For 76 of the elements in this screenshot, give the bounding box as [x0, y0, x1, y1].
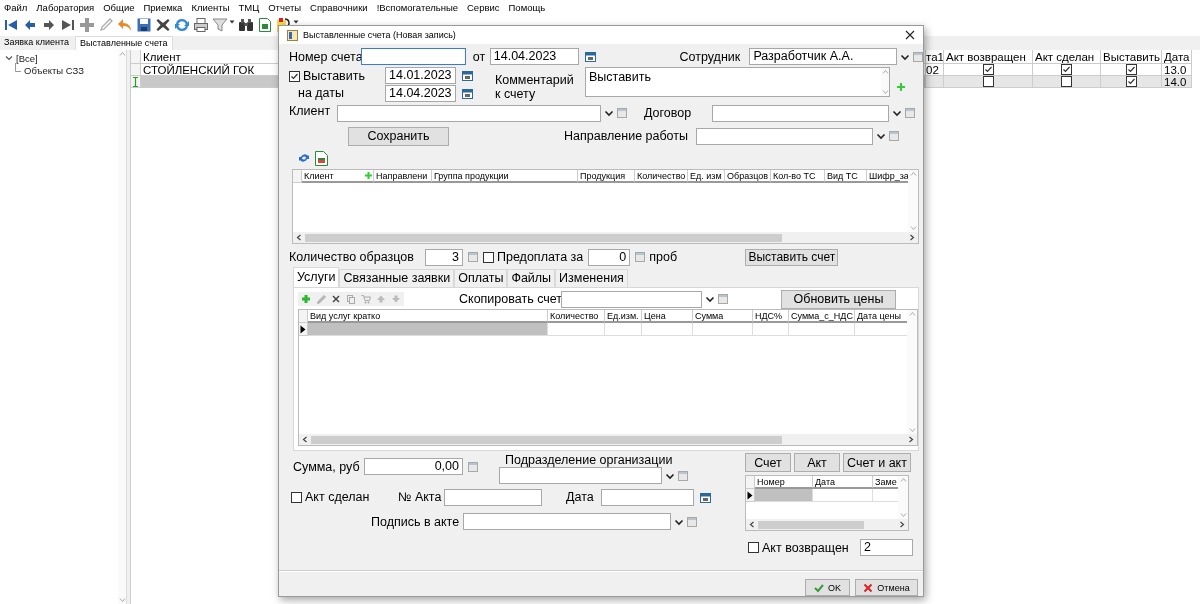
column-header[interactable]: Акт возвращен	[944, 50, 1033, 64]
column-header[interactable]: Ед. изм	[688, 170, 725, 183]
input-field[interactable]: 14.04.2023	[385, 85, 456, 102]
issue-invoice-button[interactable]: Выставить счет	[745, 248, 839, 266]
column-header[interactable]: Вид ТС	[825, 170, 867, 183]
column-header[interactable]: НДС%	[753, 310, 789, 323]
menu-item[interactable]: ТМЦ	[238, 1, 260, 13]
field-label: № Акта	[398, 490, 443, 504]
tab[interactable]: Оплаты	[454, 269, 508, 287]
input-field[interactable]: Разработчик А.А.	[749, 48, 898, 65]
column-header[interactable]: Дата	[813, 476, 873, 489]
field-label: Комментарий	[495, 73, 575, 87]
print-button[interactable]: Акт	[794, 453, 840, 472]
column-header[interactable]: Сумма_с_НДС	[789, 310, 855, 323]
field-label: Подразделение организации	[504, 453, 674, 467]
checkbox-label: Акт возвращен	[762, 540, 850, 555]
checkbox-label: Выставить	[303, 69, 365, 83]
field-label: к счету	[495, 87, 537, 101]
column-header[interactable]: Количество	[548, 310, 605, 323]
window-title: Выставленные счета (Новая запись)	[303, 30, 457, 40]
menu-item[interactable]: Клиенты	[191, 1, 230, 13]
column-header[interactable]: Кол-во ТС	[771, 170, 825, 183]
checkbox-label: Акт сделан	[305, 490, 371, 504]
field-label: Сотрудник	[679, 49, 742, 64]
field-label: Договор	[644, 106, 693, 120]
column-header[interactable]: Дата	[1162, 50, 1192, 64]
update-prices-button[interactable]: Обновить цены	[781, 289, 896, 309]
tree-item[interactable]: [Все]	[16, 52, 38, 64]
menu-item[interactable]: Справочники	[310, 1, 368, 13]
column-header[interactable]: Цена	[642, 310, 693, 323]
menu-item[interactable]: Файл	[4, 1, 28, 13]
field-label: Скопировать счет	[459, 292, 561, 306]
menu-item[interactable]: Лаборатория	[36, 1, 95, 13]
ok-button[interactable]: OK	[805, 579, 850, 596]
save-button[interactable]: Сохранить	[348, 126, 449, 146]
field-label: Клиент	[289, 104, 332, 118]
tab[interactable]: Файлы	[507, 269, 556, 287]
tree-item[interactable]: Объекты СЗЗ	[24, 64, 85, 76]
tab[interactable]: Связанные заявки	[339, 269, 455, 287]
cancel-button[interactable]: Отмена	[855, 579, 918, 596]
menu-item[interactable]: Приемка	[143, 1, 183, 13]
column-header[interactable]: Ед.изм.	[605, 310, 642, 323]
checkbox-label: Предоплата за	[497, 250, 584, 264]
field-label: Подпись в акте	[371, 514, 461, 529]
input-field[interactable]: 3	[425, 248, 463, 266]
menu-item[interactable]: Помощь	[508, 1, 546, 13]
input-field[interactable]: 0,00	[364, 458, 463, 475]
field-label: проб	[649, 250, 679, 264]
tab[interactable]: Изменения	[555, 269, 628, 287]
field-label: Направление работы	[564, 129, 689, 143]
column-header[interactable]: Количество	[635, 170, 688, 183]
field-label: на даты	[297, 86, 345, 100]
input-field[interactable]: 14.01.2023	[385, 67, 456, 84]
menu-item[interactable]: !Вспомогательные	[376, 1, 458, 13]
input-field[interactable]: 2	[860, 539, 913, 556]
column-header[interactable]: та1	[926, 50, 944, 64]
menu-item[interactable]: Общие	[103, 1, 135, 13]
tab[interactable]: Услуги	[293, 267, 340, 287]
print-button[interactable]: Счет	[745, 453, 791, 472]
field-label: Дата	[566, 490, 595, 504]
input-field[interactable]: 14.04.2023	[489, 48, 579, 65]
column-header[interactable]: Образцов	[725, 170, 771, 183]
input-field[interactable]: 0	[588, 248, 631, 266]
field-label: от	[472, 49, 487, 64]
field-label: Сумма, руб	[292, 459, 361, 474]
column-header[interactable]: Продукция	[578, 170, 635, 183]
column-header[interactable]: Сумма	[693, 310, 753, 323]
menu-item[interactable]: Сервис	[467, 1, 500, 13]
column-header[interactable]: Группа продукции	[432, 170, 578, 183]
field-label: Количество образцов	[289, 250, 415, 264]
column-header[interactable]: Клиент	[302, 170, 374, 183]
column-header[interactable]: Направлени	[374, 170, 432, 183]
menu-item[interactable]: Отчеты	[268, 1, 302, 13]
print-button[interactable]: Счет и акт	[843, 453, 911, 472]
tab[interactable]: Выставленные счета	[75, 36, 173, 50]
table-cell[interactable]: 14.0	[1162, 76, 1192, 88]
